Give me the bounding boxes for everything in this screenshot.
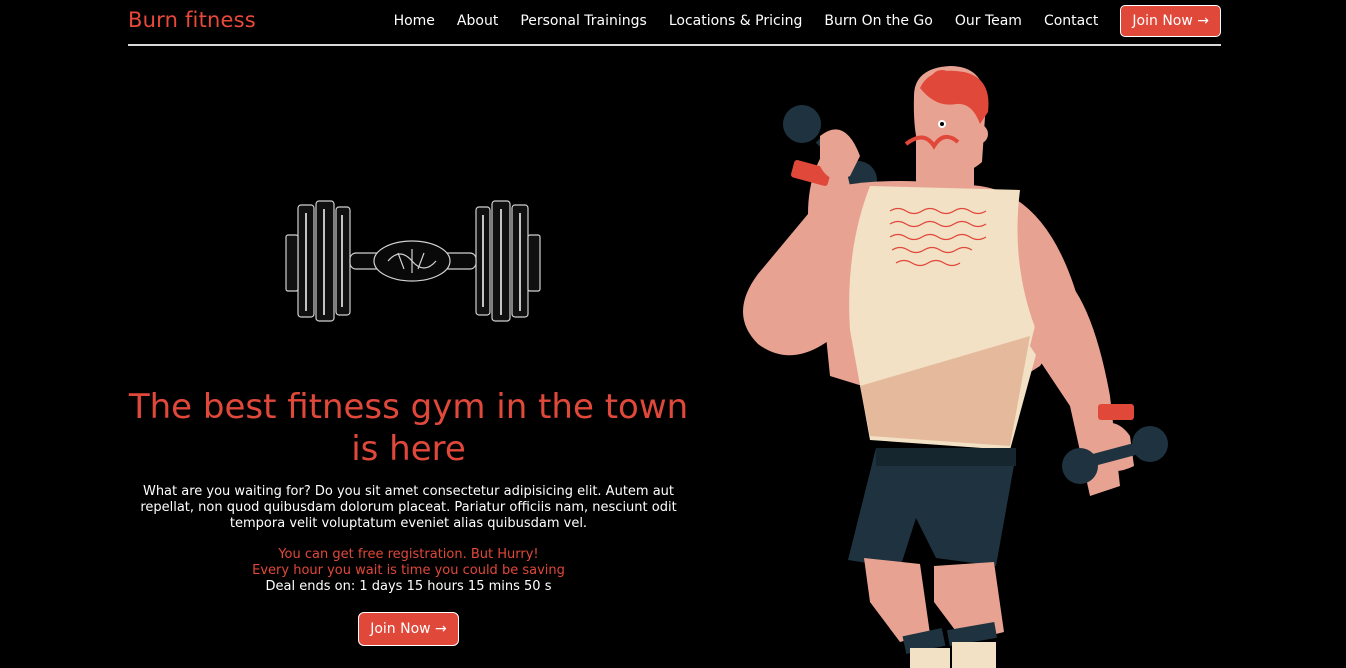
hero-description: What are you waiting for? Do you sit ame… <box>140 484 677 531</box>
countdown-timer: Deal ends on: 1 days 15 hours 15 mins 50… <box>265 579 552 594</box>
promo-line-1: You can get free registration. But Hurry… <box>278 547 539 562</box>
nav-locations-pricing-link[interactable]: Locations & Pricing <box>669 13 803 29</box>
man-lifting-dumbbells-illustration <box>743 66 1168 668</box>
nav-our-team-link[interactable]: Our Team <box>955 13 1022 29</box>
navbar: Burn fitness Home About Personal Trainin… <box>128 0 1221 46</box>
promo-line-2: Every hour you wait is time you could be… <box>252 563 565 578</box>
promo-block: You can get free registration. But Hurry… <box>128 547 689 595</box>
nav-contact-link[interactable]: Contact <box>1044 13 1098 29</box>
brand-logo[interactable]: Burn fitness <box>128 8 256 32</box>
nav-join-now-button[interactable]: Join Now → <box>1120 5 1221 37</box>
nav-home-link[interactable]: Home <box>394 13 435 29</box>
hero-join-now-button[interactable]: Join Now → <box>358 612 459 646</box>
nav-personal-trainings-link[interactable]: Personal Trainings <box>520 13 647 29</box>
hero-title: The best fitness gym in the town is here <box>128 387 689 469</box>
nav-burn-on-the-go-link[interactable]: Burn On the Go <box>824 13 933 29</box>
nav-links: Home About Personal Trainings Locations … <box>372 5 1221 37</box>
nav-about-link[interactable]: About <box>457 13 498 29</box>
dumbbell-icon <box>285 200 541 322</box>
